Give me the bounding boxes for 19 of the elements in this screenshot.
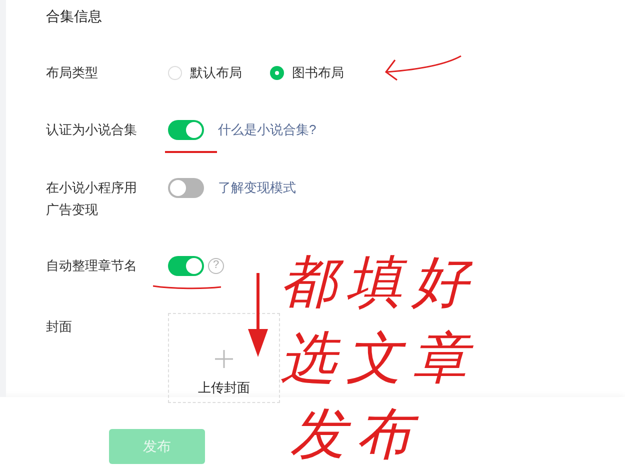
radio-option[interactable]: 默认布局 xyxy=(168,63,242,82)
section-title: 合集信息 xyxy=(46,7,103,26)
handwritten-note: 发布 xyxy=(289,402,423,468)
handwritten-note: 选文章 xyxy=(280,326,478,392)
handwritten-note: 都填好 xyxy=(280,250,478,316)
field-label: 认证为小说合集 xyxy=(46,120,138,138)
toggle-switch[interactable] xyxy=(168,178,204,198)
help-link[interactable]: 了解变现模式 xyxy=(218,178,296,198)
field-label: 封面 xyxy=(46,318,73,336)
field-label: 布局类型 xyxy=(46,64,99,82)
radio-option[interactable]: 图书布局 xyxy=(270,63,344,82)
toggle-switch[interactable] xyxy=(168,120,204,140)
help-link[interactable]: 什么是小说合集? xyxy=(218,120,316,140)
field-label: 在小说小程序用广告变现 xyxy=(46,178,138,218)
annotation-underline xyxy=(153,284,221,290)
field-label: 自动整理章节名 xyxy=(46,256,138,274)
annotation-underline xyxy=(165,150,217,154)
plus-icon xyxy=(215,350,233,368)
toggle-switch[interactable] xyxy=(168,256,204,276)
